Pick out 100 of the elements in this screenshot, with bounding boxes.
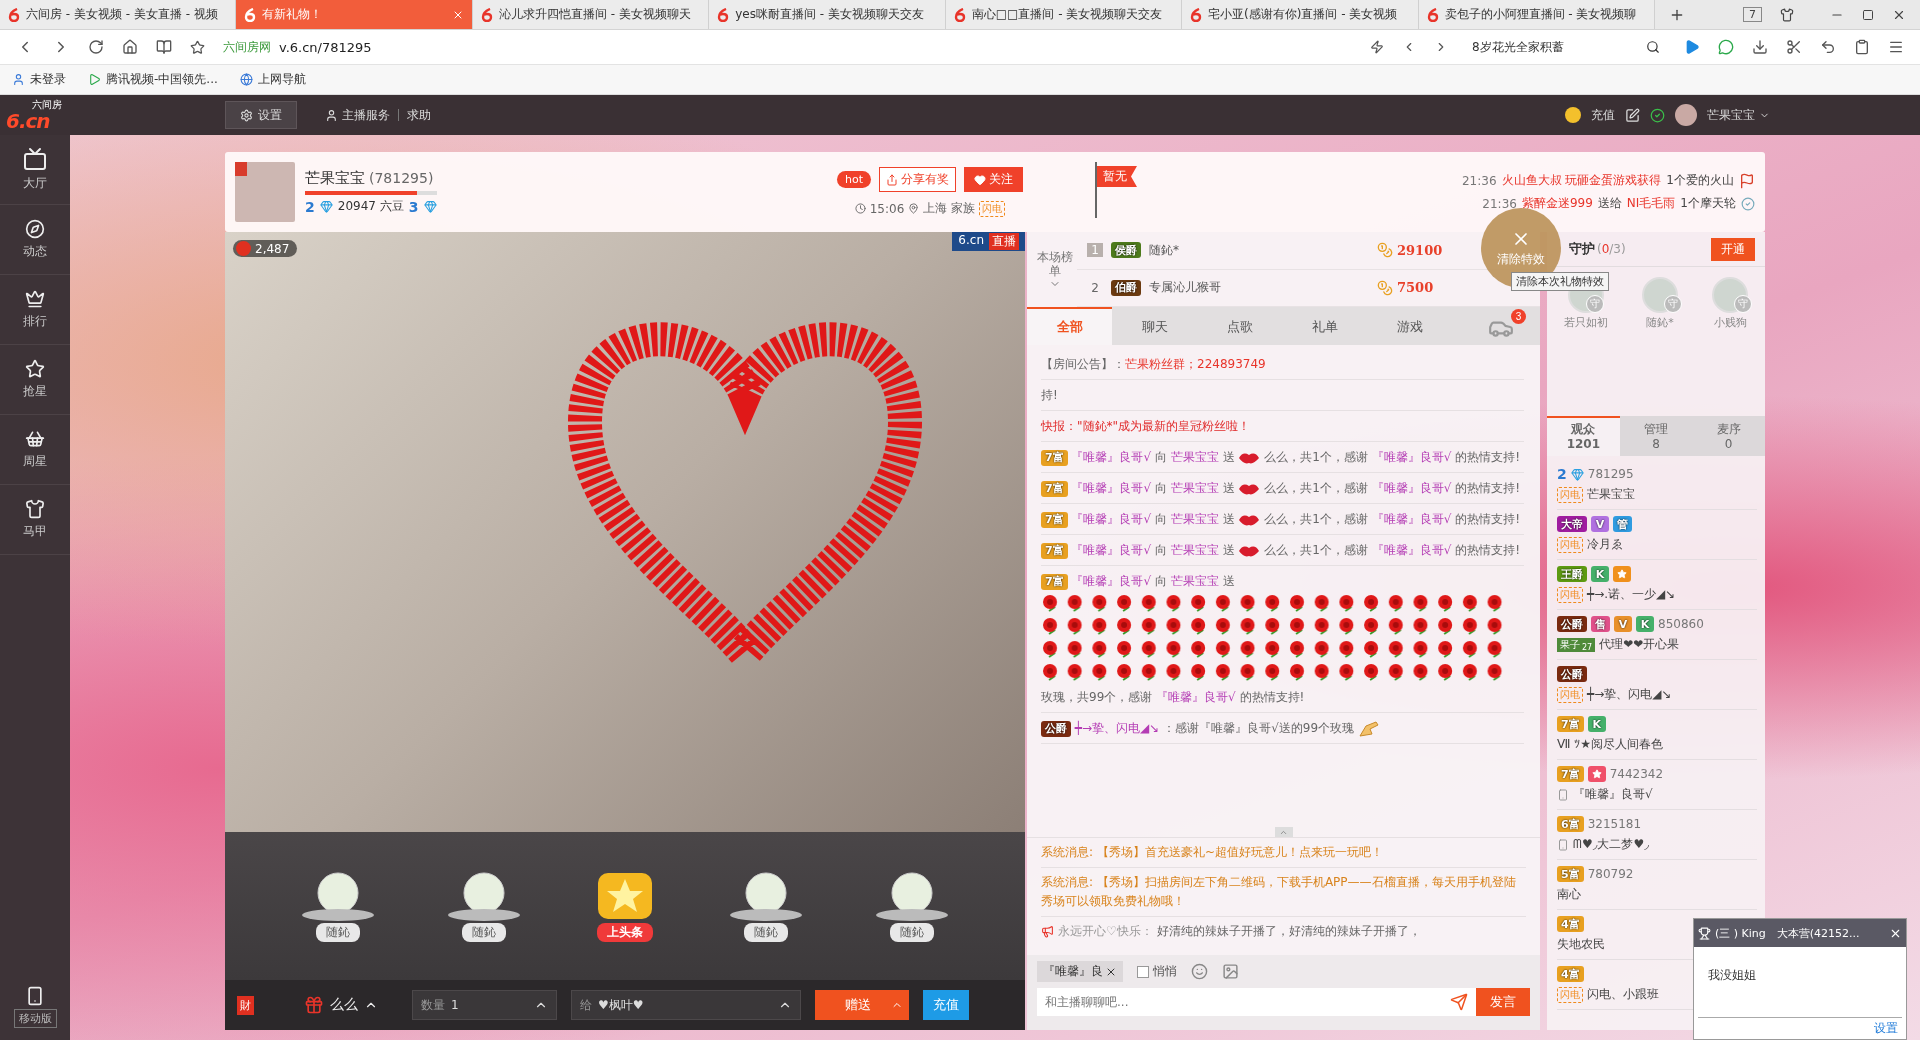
shirt-icon[interactable] xyxy=(1779,7,1794,22)
host-service-link[interactable]: 主播服务 xyxy=(325,106,390,124)
username-link[interactable]: ┿→挚、闪电◢↘ xyxy=(1074,721,1160,735)
username-link[interactable]: 『唯馨』良哥√ xyxy=(1071,543,1152,557)
mobile-version-link[interactable]: 移动版 xyxy=(0,986,70,1028)
send-icon[interactable] xyxy=(1442,988,1476,1016)
scissors-icon[interactable] xyxy=(1786,39,1802,55)
username-link[interactable]: 芒果宝宝 xyxy=(1707,106,1770,124)
ticker-text: 1个摩天轮 xyxy=(1680,195,1736,212)
username-link[interactable]: 芒果宝宝 xyxy=(1170,481,1219,495)
bookmark-link[interactable]: 未登录 xyxy=(12,71,66,88)
send-button[interactable]: 发言 xyxy=(1476,988,1530,1016)
username-link[interactable]: 『唯馨』良哥√ xyxy=(1371,450,1452,464)
audience-tab[interactable]: 观众 1201 xyxy=(1547,416,1620,456)
chat-input[interactable]: 和主播聊聊吧... xyxy=(1037,988,1442,1016)
help-link[interactable]: 求助 xyxy=(407,106,431,124)
viewer-name[interactable]: 失地农民 xyxy=(1557,936,1605,953)
username-link[interactable]: 芒果宝宝 xyxy=(1170,512,1219,526)
image-icon[interactable] xyxy=(1222,963,1239,980)
sidebar-item[interactable]: 排行 xyxy=(0,275,70,345)
viewer-name[interactable]: ┿→.诺、一少◢↘ xyxy=(1587,586,1676,603)
settings-button[interactable]: 设置 xyxy=(225,101,297,129)
bookmark-link[interactable]: 上网导航 xyxy=(239,71,306,88)
shirt-icon xyxy=(25,499,45,519)
gift-item[interactable]: 随鈊 xyxy=(444,870,524,942)
viewer-name[interactable]: Ⅶ ﾂ★阅尽人间春色 xyxy=(1557,736,1663,753)
username-link[interactable]: 『唯馨』良哥√ xyxy=(1156,690,1236,704)
viewer-name[interactable]: 『唯馨』良哥√ xyxy=(1573,786,1653,803)
clipboard-icon[interactable] xyxy=(1854,39,1870,55)
sidebar-item[interactable]: 大厅 xyxy=(0,135,70,205)
bookmark-link[interactable]: 腾讯视频-中国领先... xyxy=(88,71,218,88)
chat-text: 送 xyxy=(1222,450,1235,464)
audience-tab[interactable]: 麦序 0 xyxy=(1692,416,1765,456)
recipient-field[interactable]: 给 ♥枫叶♥ xyxy=(571,990,801,1020)
collapse-handle[interactable] xyxy=(1274,827,1293,837)
username-link[interactable]: 『唯馨』良哥√ xyxy=(1371,512,1452,526)
viewer-name[interactable]: 芒果宝宝 xyxy=(1587,486,1635,503)
username-link[interactable]: 『唯馨』良哥√ xyxy=(1071,450,1152,464)
viewer-name[interactable]: 南心 xyxy=(1557,886,1581,903)
username-link[interactable]: 芒果宝宝 xyxy=(1170,450,1219,464)
sidebar-item[interactable]: 动态 xyxy=(0,205,70,275)
family-tag: 闪电 xyxy=(1557,486,1583,503)
whisper-checkbox[interactable]: 悄悄 xyxy=(1137,963,1177,980)
reload-icon[interactable] xyxy=(88,39,104,55)
gift-selector[interactable]: 么么 xyxy=(298,994,398,1016)
chat-tab[interactable]: 礼单 xyxy=(1282,307,1367,345)
chat-tab[interactable]: 点歌 xyxy=(1197,307,1282,345)
chat-tab[interactable]: 聊天 xyxy=(1112,307,1197,345)
username-link[interactable]: 芒果宝宝 xyxy=(1170,543,1219,557)
username-link[interactable]: 『唯馨』良哥√ xyxy=(1071,574,1152,588)
viewer-name[interactable]: ┿→挚、闪电◢↘ xyxy=(1587,686,1672,703)
coin-icon xyxy=(236,241,251,256)
download-icon[interactable] xyxy=(1752,39,1768,55)
reply-target-chip[interactable]: 『唯馨』良 xyxy=(1037,961,1123,982)
check-icon[interactable] xyxy=(1650,107,1665,123)
username-link[interactable]: 『唯馨』良哥√ xyxy=(1371,543,1452,557)
open-guard-button[interactable]: 开通 xyxy=(1711,237,1755,261)
edit-icon[interactable] xyxy=(1625,107,1640,123)
maximize-icon[interactable] xyxy=(1861,8,1874,21)
bookmark-star-icon[interactable] xyxy=(190,39,205,55)
lightning-icon[interactable] xyxy=(1370,40,1384,54)
gift-item[interactable]: 随鈊 xyxy=(298,870,378,942)
emoji-icon[interactable] xyxy=(1191,963,1208,980)
audience-tab[interactable]: 管理 8 xyxy=(1619,416,1693,456)
follow-button[interactable]: 关注 xyxy=(964,167,1023,192)
chat-bubble-icon[interactable] xyxy=(1718,39,1734,55)
quantity-field[interactable]: 数量 1 xyxy=(412,990,557,1020)
play-icon[interactable] xyxy=(1684,39,1700,55)
sidebar-item[interactable]: 马甲 xyxy=(0,485,70,555)
gift-item[interactable]: 随鈊 xyxy=(872,870,952,942)
search-field[interactable]: 8岁花光全家积蓄 xyxy=(1466,34,1666,60)
username-link[interactable]: 『唯馨』良哥√ xyxy=(1371,481,1452,495)
coins-icon xyxy=(1377,279,1393,296)
ranking-toggle[interactable]: 本场榜单 xyxy=(1033,232,1077,307)
book-icon[interactable] xyxy=(156,39,172,55)
username-link[interactable]: 芒果宝宝 xyxy=(1170,574,1219,588)
sidebar-item[interactable]: 周星 xyxy=(0,415,70,485)
viewer-name[interactable]: 代理❤❤开心果 xyxy=(1599,636,1680,653)
search-icon[interactable] xyxy=(1646,40,1660,54)
sidebar-item[interactable]: 抢星 xyxy=(0,345,70,415)
viewer-name[interactable]: 冷月ゑ xyxy=(1587,536,1623,553)
car-button[interactable]: 3 xyxy=(1484,307,1526,345)
settings-link[interactable]: 设置 xyxy=(1874,1020,1898,1037)
ranking-score: 29100 xyxy=(1397,242,1443,258)
give-button[interactable]: 赠送 xyxy=(815,990,909,1020)
viewer-name[interactable]: 闪电、小跟班 xyxy=(1587,986,1659,1003)
address-field[interactable]: v.6.cn/781295 xyxy=(279,39,372,55)
username-link[interactable]: 『唯馨』良哥√ xyxy=(1071,512,1152,526)
tab-count[interactable]: 7 xyxy=(1742,7,1762,22)
recharge-link[interactable]: 充值 xyxy=(1591,106,1615,124)
undo-icon[interactable] xyxy=(1820,39,1836,55)
username-link[interactable]: 『唯馨』良哥√ xyxy=(1071,481,1152,495)
viewer-name[interactable]: ᗰ♥◞大二梦♥◞ xyxy=(1573,836,1649,853)
chat-tab[interactable]: 游戏 xyxy=(1367,307,1452,345)
menu-icon[interactable] xyxy=(1888,39,1904,55)
site-logo[interactable]: 6.cn xyxy=(6,109,50,132)
gift-item[interactable]: 上头条 xyxy=(590,870,660,942)
home-icon[interactable] xyxy=(122,39,138,55)
share-button[interactable]: 分享有奖 xyxy=(879,167,956,192)
gift-item[interactable]: 随鈊 xyxy=(726,870,806,942)
